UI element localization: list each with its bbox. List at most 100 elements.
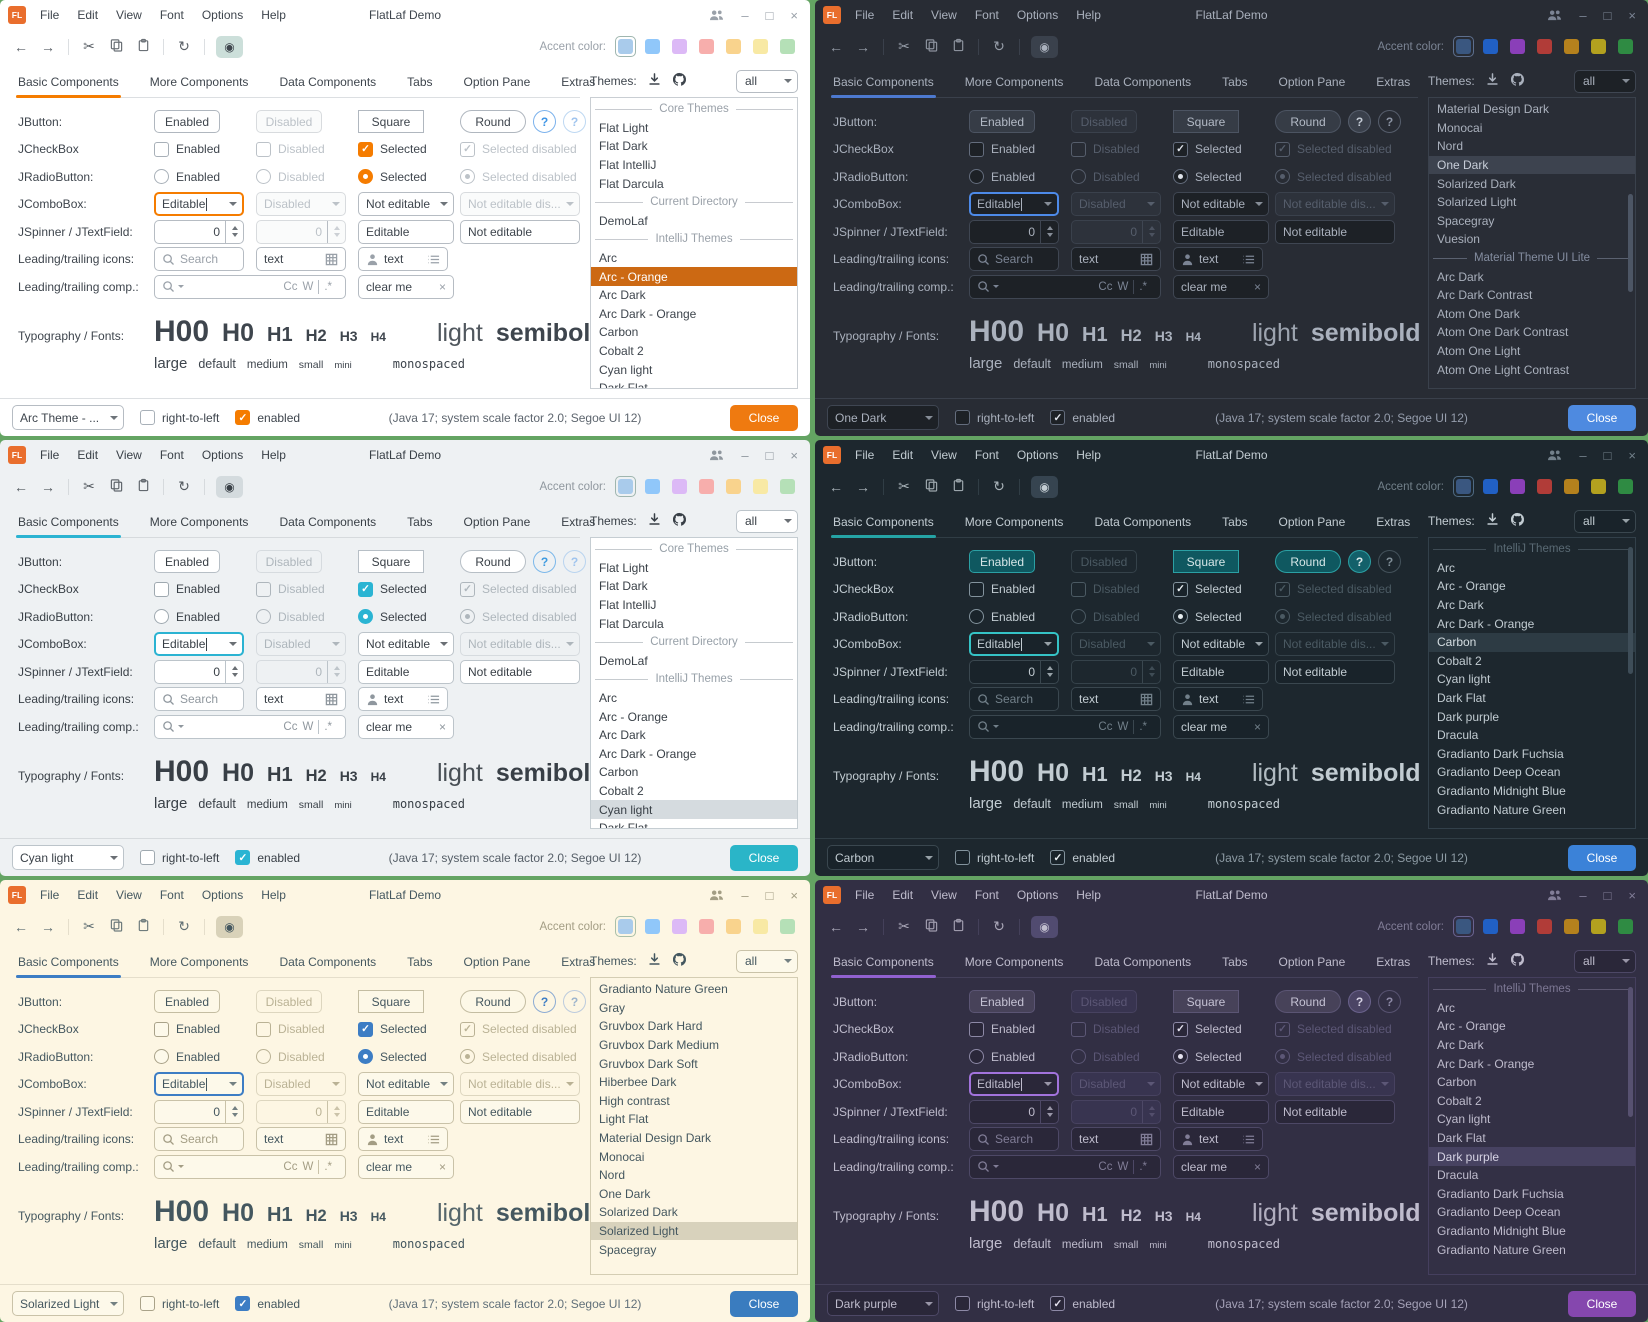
chevron-down-icon[interactable] [435,642,453,646]
spinner[interactable]: 0 [969,660,1059,684]
search-input[interactable]: Search [969,247,1059,271]
match-case-button[interactable]: Cc [1098,281,1112,293]
theme-list-item[interactable]: Arc Dark - Orange [591,305,797,324]
whole-words-button[interactable]: W [1117,281,1128,293]
theme-list-item[interactable]: Arc [1429,999,1635,1018]
theme-list-item[interactable]: Arc - Orange [1429,1017,1635,1036]
tab-data-components[interactable]: Data Components [1092,511,1193,537]
textfield-editable[interactable]: Editable [358,660,454,684]
accent-swatch[interactable] [696,476,717,497]
accent-swatch[interactable] [750,476,771,497]
theme-list-item[interactable]: Gradianto Deep Ocean [1429,1203,1635,1222]
theme-list-item[interactable]: Arc Dark - Orange [591,745,797,764]
search-with-options-input[interactable]: CcW.* [154,1155,346,1179]
clear-icon[interactable]: × [439,1160,446,1174]
accent-swatch[interactable] [1507,476,1528,497]
theme-list-item[interactable]: Cobalt 2 [1429,652,1635,671]
right-to-left-checkbox[interactable]: right-to-left [140,850,219,865]
refresh-icon[interactable]: ↻ [990,478,1008,495]
menu-view[interactable]: View [116,888,142,902]
theme-list-item[interactable]: Arc Dark [591,726,797,745]
enabled-checkbox[interactable]: enabled [1050,1296,1115,1311]
chevron-down-icon[interactable] [1250,202,1268,206]
themes-list[interactable]: IntelliJ ThemesArcArc - OrangeArc DarkAr… [1428,977,1636,1275]
paste-icon[interactable] [949,38,967,55]
text-input-calendar[interactable]: text [1071,247,1161,271]
text-input-calendar[interactable]: text [256,247,346,271]
theme-list-item[interactable]: Arc Dark Contrast [1429,286,1635,305]
spinner-arrows-icon[interactable] [1040,661,1058,683]
users-icon[interactable] [1547,9,1562,22]
clear-icon[interactable]: × [1254,720,1261,734]
menu-help[interactable]: Help [1076,448,1101,462]
search-icon[interactable] [162,280,175,293]
theme-list-item[interactable]: Solarized Light [1429,193,1635,212]
download-icon[interactable] [1485,72,1500,90]
right-to-left-checkbox[interactable]: right-to-left [140,1296,219,1311]
tab-basic-components[interactable]: Basic Components [16,71,121,97]
clear-icon[interactable]: × [1254,280,1261,294]
chevron-down-icon[interactable] [1039,1082,1057,1086]
combobox-not-editable[interactable]: Not editable [1173,1072,1269,1096]
menu-help[interactable]: Help [261,448,286,462]
search-input[interactable]: Search [154,247,244,271]
download-icon[interactable] [647,512,662,530]
forward-icon[interactable]: → [39,479,57,495]
right-to-left-checkbox[interactable]: right-to-left [955,850,1034,865]
show-hidden-toggle[interactable]: ◉ [216,476,243,498]
chevron-down-icon[interactable] [224,202,242,206]
square-button[interactable]: Square [1173,550,1239,573]
accent-swatch[interactable] [723,36,744,57]
close-dialog-button[interactable]: Close [730,405,798,431]
theme-list-item[interactable]: Cobalt 2 [1429,1092,1635,1111]
clear-icon[interactable]: × [439,720,446,734]
theme-list-item[interactable]: Carbon [591,323,797,342]
theme-selector-dropdown[interactable]: One Dark [827,405,939,430]
round-button[interactable]: Round [1275,110,1341,133]
tab-data-components[interactable]: Data Components [277,71,378,97]
combobox-not-editable[interactable]: Not editable [1173,192,1269,216]
right-to-left-checkbox[interactable]: right-to-left [955,410,1034,425]
chevron-down-icon[interactable] [224,1082,242,1086]
radio-selected[interactable]: Selected [1173,169,1275,184]
menu-edit[interactable]: Edit [892,8,913,22]
close-button[interactable]: × [1628,889,1636,902]
close-button[interactable]: × [790,449,798,462]
back-icon[interactable]: ← [827,39,845,55]
accent-swatch[interactable] [1534,36,1555,57]
menu-options[interactable]: Options [1017,8,1058,22]
tab-extras[interactable]: Extras [559,511,597,537]
theme-list-item[interactable]: Arc Dark - Orange [1429,614,1635,633]
paste-icon[interactable] [949,478,967,495]
maximize-button[interactable]: □ [766,889,774,902]
menu-edit[interactable]: Edit [892,448,913,462]
text-input-user[interactable]: text [1173,687,1263,711]
theme-list-item[interactable]: Flat Dark [591,137,797,156]
accent-swatch[interactable] [615,36,636,57]
theme-list-item[interactable]: Flat IntelliJ [591,596,797,615]
regex-button[interactable]: .* [1139,1161,1147,1173]
combobox-editable[interactable]: Editable [154,192,244,216]
clearable-input[interactable]: clear me× [1173,275,1269,299]
menu-options[interactable]: Options [202,8,243,22]
menu-font[interactable]: Font [160,888,184,902]
tab-option-pane[interactable]: Option Pane [1277,951,1348,977]
close-dialog-button[interactable]: Close [1568,405,1636,431]
help-button-secondary[interactable]: ? [563,990,586,1013]
tab-extras[interactable]: Extras [1374,511,1412,537]
accent-swatch[interactable] [696,36,717,57]
theme-list-item[interactable]: Nord [1429,137,1635,156]
theme-list-item[interactable]: Material Design Dark [1429,100,1635,119]
back-icon[interactable]: ← [12,919,30,935]
theme-list-item[interactable]: Spacegray [591,1240,797,1259]
themes-list[interactable]: Material Design DarkMonocaiNordOne DarkS… [1428,97,1636,389]
radio-selected[interactable]: Selected [358,169,460,184]
back-icon[interactable]: ← [12,39,30,55]
theme-list-item[interactable]: Material Design Dark [591,1129,797,1148]
table-icon[interactable] [325,1133,338,1146]
round-button[interactable]: Round [460,110,526,133]
regex-button[interactable]: .* [324,721,332,733]
theme-list-item[interactable]: Gray [591,999,797,1018]
copy-icon[interactable] [107,918,125,935]
spinner[interactable]: 0 [969,220,1059,244]
